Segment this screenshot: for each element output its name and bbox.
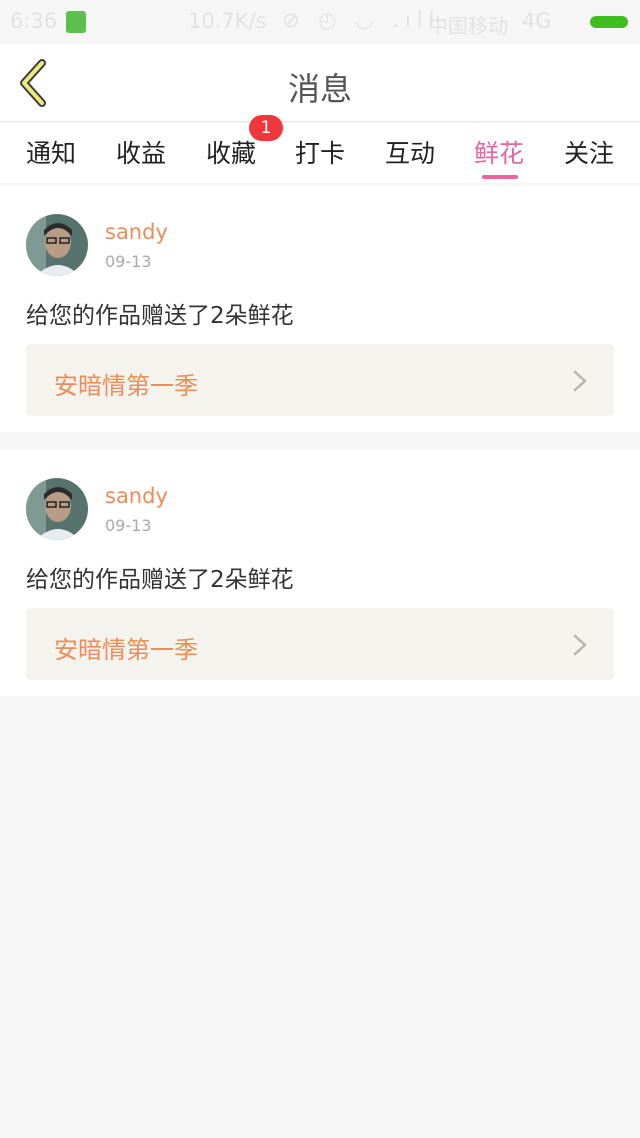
work-title: 安暗情第一季 [54, 636, 198, 664]
chevron-right-icon [573, 370, 587, 392]
tab-checkin[interactable]: 打卡 [295, 134, 345, 170]
network-speed: 10.7K/s [188, 9, 267, 33]
tab-follow[interactable]: 关注 [564, 134, 614, 170]
message-text: 给您的作品赠送了2朵鲜花 [26, 567, 294, 593]
active-tab-indicator [482, 175, 518, 179]
battery-icon [590, 16, 628, 28]
avatar[interactable] [26, 478, 88, 540]
favorites-badge: 1 [249, 115, 283, 141]
chevron-right-icon [573, 634, 587, 656]
message-card: sandy 09-13 给您的作品赠送了2朵鲜花 安暗情第一季 [0, 186, 640, 432]
username[interactable]: sandy [105, 484, 168, 508]
page-title: 消息 [287, 70, 352, 108]
tab-interaction[interactable]: 互动 [385, 134, 435, 170]
sim-icon [66, 11, 86, 33]
avatar[interactable] [26, 214, 88, 276]
tab-favorites[interactable]: 收藏 [206, 134, 256, 170]
work-link[interactable]: 安暗情第一季 [26, 608, 614, 680]
work-title: 安暗情第一季 [54, 372, 198, 400]
username[interactable]: sandy [105, 220, 168, 244]
carrier-name: 中国移动 [428, 14, 508, 38]
message-card: sandy 09-13 给您的作品赠送了2朵鲜花 安暗情第一季 [0, 450, 640, 696]
network-type: 4G [522, 9, 552, 33]
tab-income[interactable]: 收益 [116, 134, 166, 170]
alarm-icon: ⊘ ◴ ◡ .ıll [282, 8, 441, 32]
avatar-photo [26, 214, 88, 276]
message-date: 09-13 [105, 516, 152, 535]
tab-flowers[interactable]: 鲜花 [474, 134, 524, 170]
status-time: 6:36 [10, 9, 58, 33]
header: 消息 [0, 44, 640, 122]
avatar-photo [26, 478, 88, 540]
message-text: 给您的作品赠送了2朵鲜花 [26, 303, 294, 329]
message-date: 09-13 [105, 252, 152, 271]
work-link[interactable]: 安暗情第一季 [26, 344, 614, 416]
tab-bar: 通知 收益 收藏 1 打卡 互动 鲜花 关注 [0, 115, 640, 183]
status-bar: 6:36 10.7K/s ⊘ ◴ ◡ .ıll 中国移动 4G [0, 0, 640, 44]
tab-notify[interactable]: 通知 [26, 134, 76, 170]
